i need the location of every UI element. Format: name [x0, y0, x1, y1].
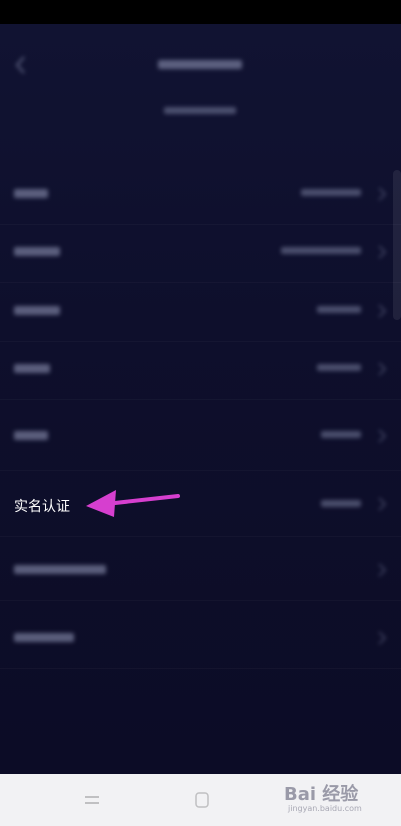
- baidu-jingyan-watermark: Bai 经验 jingyan.baidu.com: [284, 776, 396, 820]
- status-bar: [0, 0, 401, 24]
- arrow-left-icon: [86, 490, 180, 517]
- row-value: [301, 187, 361, 202]
- list-item[interactable]: [0, 400, 401, 471]
- real-name-verification-item[interactable]: 实名认证: [0, 474, 401, 537]
- page-subtitle: [150, 104, 250, 120]
- chevron-right-icon: [378, 187, 387, 201]
- chevron-right-icon: [378, 563, 387, 577]
- list-item[interactable]: [0, 166, 401, 225]
- list-item[interactable]: [0, 283, 401, 342]
- watermark-url: jingyan.baidu.com: [288, 804, 362, 813]
- row-label: [14, 303, 60, 321]
- home-icon[interactable]: [192, 792, 212, 808]
- list-item[interactable]: [0, 610, 401, 669]
- page-title: [150, 56, 250, 76]
- row-value: [321, 498, 361, 513]
- list-item[interactable]: [0, 224, 401, 283]
- menu-icon[interactable]: [82, 792, 102, 808]
- chevron-right-icon: [378, 304, 387, 318]
- row-value: [281, 245, 361, 260]
- row-value: [317, 304, 361, 319]
- chevron-left-icon: [15, 56, 25, 74]
- row-value: [321, 429, 361, 444]
- watermark-brand: Bai 经验: [284, 784, 359, 805]
- list-item[interactable]: [0, 341, 401, 400]
- row-label: [14, 630, 74, 648]
- row-label: [14, 186, 48, 204]
- row-label: [14, 562, 106, 580]
- chevron-right-icon: [378, 429, 387, 443]
- row-label: [14, 428, 48, 446]
- list-item[interactable]: [0, 542, 401, 601]
- real-name-verification-label: 实名认证: [14, 499, 70, 515]
- row-label: [14, 244, 60, 262]
- back-button[interactable]: [12, 54, 30, 76]
- row-value: [317, 362, 361, 377]
- chevron-right-icon: [378, 245, 387, 259]
- chevron-right-icon: [378, 497, 387, 511]
- chevron-right-icon: [378, 631, 387, 645]
- row-label: [14, 361, 50, 379]
- chevron-right-icon: [378, 362, 387, 376]
